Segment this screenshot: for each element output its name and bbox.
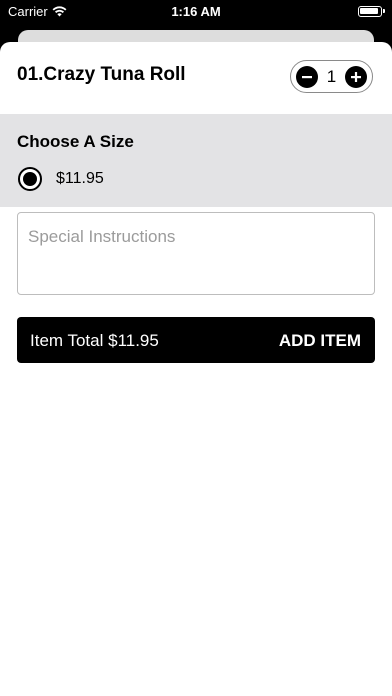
status-bar: Carrier 1:16 AM	[0, 0, 392, 28]
size-heading: Choose A Size	[17, 132, 134, 151]
special-instructions-input[interactable]	[17, 212, 375, 295]
add-item-bar[interactable]: Item Total $11.95 ADD ITEM	[17, 317, 375, 363]
quantity-stepper: 1	[290, 60, 373, 93]
status-time: 1:16 AM	[171, 4, 221, 19]
item-title: 01.Crazy Tuna Roll	[17, 64, 186, 85]
radio-selected-dot	[23, 172, 37, 186]
item-sheet: 01.Crazy Tuna Roll 1 Choose A Size $11.9…	[0, 42, 392, 696]
size-section: Choose A Size $11.95	[0, 114, 392, 207]
size-option-price[interactable]: $11.95	[56, 170, 104, 188]
item-header: 01.Crazy Tuna Roll 1	[0, 42, 392, 114]
item-total-label: Item Total $11.95	[30, 331, 159, 350]
size-option-radio[interactable]	[18, 167, 42, 191]
plus-icon	[351, 72, 361, 82]
add-item-button[interactable]: ADD ITEM	[279, 331, 361, 351]
increase-quantity-button[interactable]	[345, 66, 367, 88]
battery-icon	[358, 6, 385, 17]
